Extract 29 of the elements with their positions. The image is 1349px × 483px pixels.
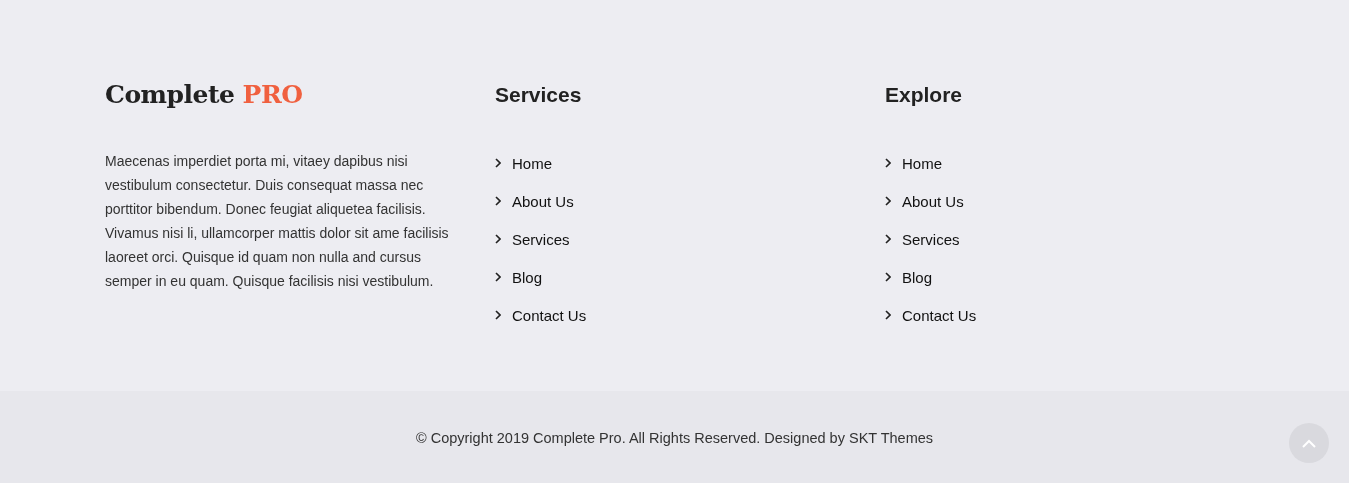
footer-link[interactable]: About Us	[512, 192, 574, 210]
logo-accent-text: PRO	[242, 80, 303, 109]
about-paragraph: Maecenas imperdiet porta mi, vitaey dapibus nisi vestibulum consectetur. Duis consequat massa nec porttitor bibendum. Donec feugiat aliquetea facilisis. Vivamus nisi li, ullamcorper mattis dolor sit ame facilisis laoreet orci. Quisque id quam non nulla and cursus semper in eu quam. Quisque facilisis nisi vestibulum.	[105, 152, 450, 291]
chevron-right-icon	[495, 272, 501, 282]
footer-link[interactable]: Contact Us	[512, 306, 587, 324]
chevron-right-icon	[885, 196, 891, 206]
column-heading: Services	[495, 82, 583, 108]
chevron-up-icon	[1302, 438, 1316, 448]
chevron-right-icon	[495, 234, 501, 244]
chevron-right-icon	[885, 234, 891, 244]
site-logo[interactable]: Complete PRO	[105, 80, 303, 109]
column-heading: Explore	[885, 82, 964, 108]
footer-link[interactable]: Contact Us	[902, 306, 977, 324]
footer-link[interactable]: Blog	[512, 268, 543, 286]
footer-link[interactable]: Blog	[902, 268, 933, 286]
footer-link[interactable]: Services	[512, 230, 570, 248]
footer-link[interactable]: Services	[902, 230, 960, 248]
chevron-right-icon	[495, 158, 501, 168]
chevron-right-icon	[495, 310, 501, 320]
footer-link[interactable]: About Us	[902, 192, 964, 210]
footer-link[interactable]: Home	[512, 154, 552, 172]
chevron-right-icon	[885, 310, 891, 320]
chevron-right-icon	[885, 158, 891, 168]
scroll-to-top-button[interactable]	[1289, 423, 1329, 463]
copyright-text: © Copyright 2019 Complete Pro. All Rights Reserved. Designed by SKT Themes	[415, 430, 934, 446]
chevron-right-icon	[885, 272, 891, 282]
footer-link[interactable]: Home	[902, 154, 942, 172]
logo-text: Complete	[105, 80, 235, 109]
chevron-right-icon	[495, 196, 501, 206]
